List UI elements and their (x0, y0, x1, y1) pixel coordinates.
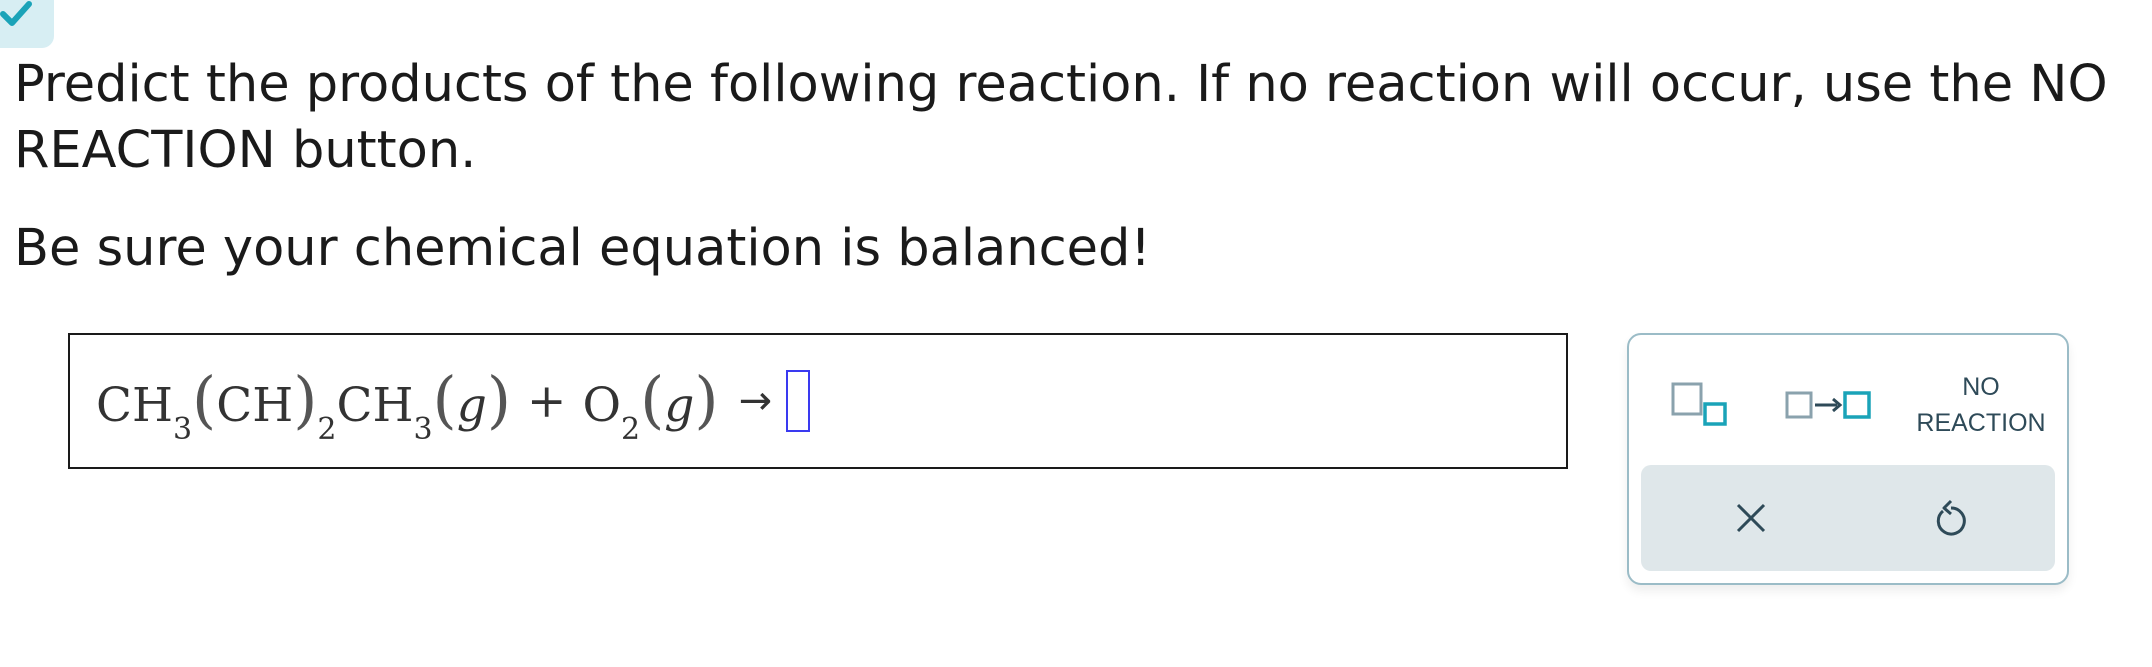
reactant-1-part-c: CH (336, 378, 414, 433)
subscript-template-button[interactable] (1649, 355, 1749, 455)
reactant-1-sub-a: 3 (172, 412, 193, 447)
right-paren: ) (293, 363, 318, 436)
palette-action-bar (1641, 465, 2055, 571)
state-left-paren: ( (640, 363, 665, 436)
state-left-paren: ( (432, 363, 457, 436)
reactant-1-state: g (456, 378, 487, 433)
reactant-2-state: g (664, 378, 695, 433)
no-reaction-label-line2: REACTION (1916, 409, 2046, 437)
plus-sign: + (527, 373, 567, 429)
left-paren: ( (192, 363, 217, 436)
product-input-cursor[interactable] (786, 370, 811, 432)
balance-note: Be sure your chemical equation is balanc… (14, 219, 1151, 278)
reaction-arrow: → (738, 378, 773, 424)
reaction-arrow-template-icon (1785, 391, 1871, 419)
reactant-1-part-b: CH (216, 378, 294, 433)
reactant-1-sub-c: 3 (413, 412, 433, 447)
reactant-2-sub: 2 (620, 412, 641, 447)
state-right-paren: ) (694, 363, 719, 436)
subscript-template-icon (1671, 382, 1727, 426)
undo-button[interactable] (1891, 465, 2011, 571)
state-right-paren: ) (486, 363, 512, 436)
close-icon (1736, 503, 1766, 533)
reaction-arrow-template-button[interactable] (1769, 355, 1889, 455)
undo-icon (1936, 499, 1966, 536)
reactant-1-sub-b: 2 (317, 412, 337, 447)
check-icon (0, 1, 32, 26)
no-reaction-button[interactable]: NO REACTION (1901, 355, 2061, 455)
reactant-2: O2(g) (582, 369, 718, 448)
question-prompt: Predict the products of the following re… (14, 55, 2108, 180)
answered-check-tab (0, 0, 54, 48)
palette-template-row: NO REACTION (1629, 335, 2067, 465)
reactant-1: CH3(CH)2CH3(g) (96, 369, 511, 448)
reactant-2-formula: O (582, 378, 621, 433)
no-reaction-label-line1: NO (1962, 373, 2000, 401)
chemical-equation: CH3(CH)2CH3(g) + O2(g) → (96, 335, 811, 467)
reactant-1-part-a: CH (96, 378, 173, 433)
equation-answer-box[interactable]: CH3(CH)2CH3(g) + O2(g) → (68, 333, 1568, 469)
clear-button[interactable] (1691, 465, 1811, 571)
equation-tool-palette: NO REACTION (1627, 333, 2069, 585)
